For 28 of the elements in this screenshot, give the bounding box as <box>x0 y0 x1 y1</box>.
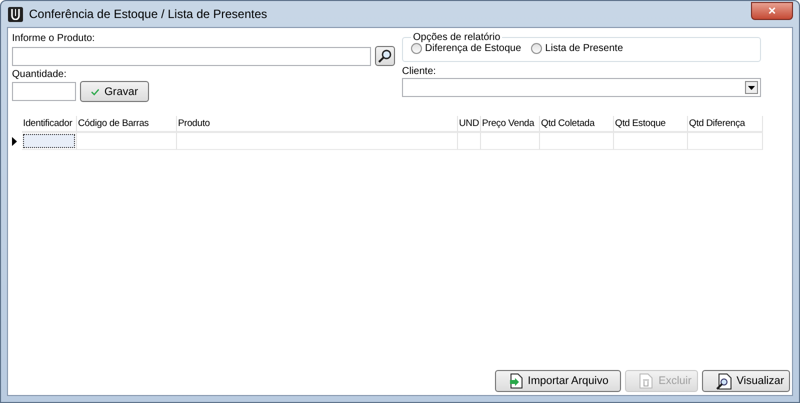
import-button[interactable]: Importar Arquivo <box>494 370 622 392</box>
quantity-field[interactable] <box>12 82 76 101</box>
radio-option[interactable]: Lista de Presente <box>531 43 623 54</box>
report-options-title: Opções de relatório <box>412 32 502 43</box>
product-field[interactable] <box>12 46 371 66</box>
document-arrow-icon <box>508 373 523 389</box>
window-title: Conferência de Estoque / Lista de Presentes <box>29 7 268 21</box>
client-label: Cliente: <box>402 65 437 78</box>
app-logo-icon <box>8 6 23 22</box>
preview-button[interactable]: Visualizar <box>702 370 790 392</box>
trash-icon <box>639 373 654 389</box>
column-header[interactable]: Qtd Estoque <box>614 116 688 133</box>
column-header[interactable]: Qtd Coletada <box>540 116 614 133</box>
product-label: Informe o Produto: <box>12 32 96 45</box>
column-header[interactable]: Qtd Diferença <box>688 116 763 133</box>
radio-option[interactable]: Diferença de Estoque <box>411 43 522 54</box>
column-header[interactable]: UND <box>458 116 481 133</box>
search-button[interactable] <box>375 46 395 66</box>
current-row-icon <box>12 137 17 146</box>
table-cell[interactable] <box>23 134 75 148</box>
quantity-label: Quantidade: <box>12 68 68 81</box>
checkmark-icon <box>91 86 100 96</box>
save-button[interactable]: Gravar <box>80 81 149 102</box>
column-header[interactable]: Código de Barras <box>77 116 177 133</box>
column-header[interactable]: Produto <box>177 116 458 133</box>
search-icon <box>378 49 392 63</box>
document-magnifier-icon <box>716 372 732 390</box>
column-header[interactable]: Preço Venda <box>481 116 540 133</box>
